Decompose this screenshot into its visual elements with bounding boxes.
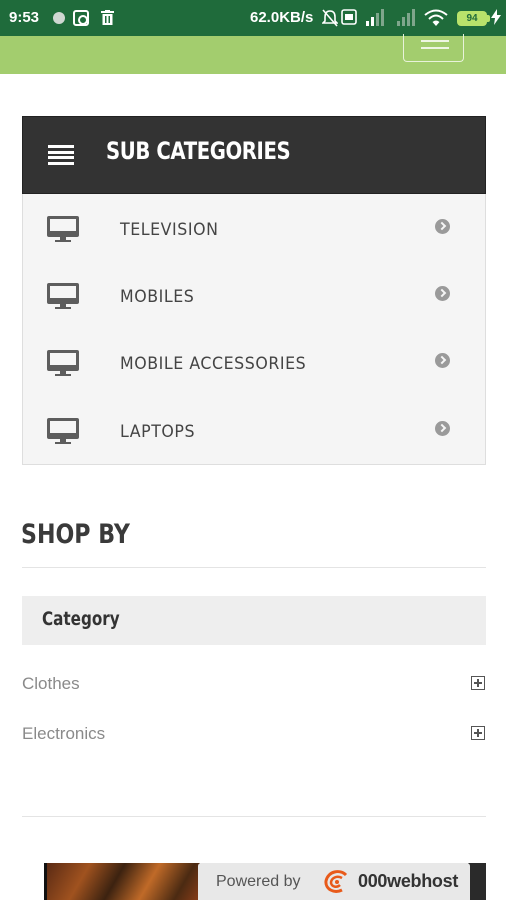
shop-by-title: SHOP BY: [21, 519, 130, 550]
powered-by-badge[interactable]: Powered by 000webhost: [198, 863, 470, 900]
hamburger-icon: [421, 40, 449, 42]
sim-icon: [341, 9, 357, 25]
banner-edge: [468, 863, 486, 900]
category-item-laptops[interactable]: LAPTOPS: [23, 397, 485, 464]
monitor-icon: [47, 350, 79, 376]
trash-icon: [101, 10, 114, 25]
sub-categories-panel: SUB CATEGORIES TELEVISION MOBILES MOBILE…: [22, 116, 486, 465]
notification-dot-icon: [53, 12, 65, 24]
filter-label: Clothes: [22, 674, 80, 693]
divider: [22, 567, 486, 568]
hamburger-menu-button[interactable]: [403, 34, 464, 62]
status-time: 9:53: [9, 9, 40, 26]
sub-categories-title: SUB CATEGORIES: [106, 137, 291, 165]
category-label: TELEVISION: [120, 220, 219, 240]
category-item-mobiles[interactable]: MOBILES: [23, 262, 485, 329]
category-label: MOBILE ACCESSORIES: [120, 354, 307, 374]
arrow-right-icon: [435, 286, 450, 301]
plus-box-icon[interactable]: [471, 726, 485, 740]
arrow-right-icon: [435, 421, 450, 436]
status-bar: 9:53 62.0KB/s 94: [0, 0, 506, 36]
arrow-right-icon: [435, 353, 450, 368]
mute-icon: [322, 9, 338, 27]
filter-item-clothes[interactable]: Clothes: [22, 670, 486, 700]
sub-categories-header: SUB CATEGORIES: [22, 116, 486, 194]
filter-item-electronics[interactable]: Electronics: [22, 720, 486, 750]
plus-box-icon[interactable]: [471, 676, 485, 690]
charging-icon: [491, 9, 501, 25]
filter-label: Electronics: [22, 724, 106, 743]
app-icon: [73, 10, 89, 26]
signal-icon-2: [397, 9, 415, 26]
list-icon: [48, 145, 74, 165]
category-label: LAPTOPS: [120, 422, 196, 442]
arrow-right-icon: [435, 219, 450, 234]
network-speed: 62.0KB/s: [250, 9, 314, 26]
category-filter-label: Category: [42, 608, 120, 630]
wifi-icon: [424, 9, 448, 26]
monitor-icon: [47, 418, 79, 444]
banner-image: [44, 863, 200, 900]
monitor-icon: [47, 216, 79, 242]
site-header: [0, 34, 506, 74]
battery-icon: 94: [457, 11, 490, 26]
category-item-mobile-accessories[interactable]: MOBILE ACCESSORIES: [23, 329, 485, 396]
divider: [22, 816, 486, 817]
brand-name: 000webhost: [358, 871, 459, 891]
category-item-television[interactable]: TELEVISION: [23, 195, 485, 262]
powered-by-text: Powered by: [216, 873, 301, 890]
signal-icon: [366, 9, 384, 26]
category-label: MOBILES: [120, 287, 195, 307]
webhost-logo-icon: [324, 870, 348, 893]
category-filter-header: Category: [22, 596, 486, 645]
monitor-icon: [47, 283, 79, 309]
